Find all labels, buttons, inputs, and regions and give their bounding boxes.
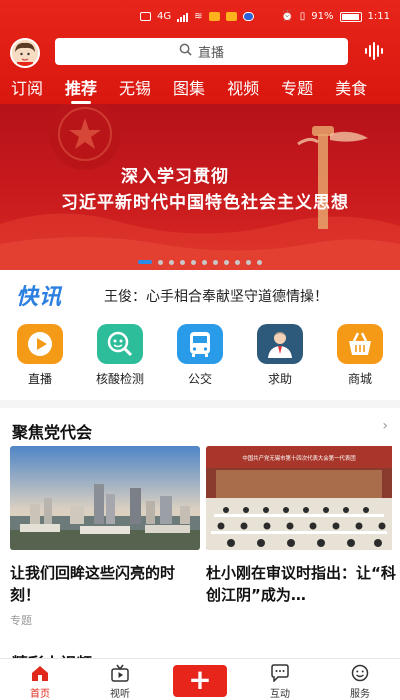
feature-section: 聚焦党代会 › 让我们回眸这些闪亮的时刻！ 专题 中国共产党无锡市第十四次代表大… [0, 408, 400, 700]
search-input[interactable]: 直播 [55, 38, 348, 65]
audio-wave-icon[interactable] [362, 40, 386, 62]
tab-food[interactable]: 美食 [324, 76, 378, 104]
notification-app-icon [208, 12, 220, 21]
tab-media[interactable]: 视听 [80, 659, 160, 700]
notification-chat-icon [242, 12, 254, 21]
test-search-icon [97, 324, 143, 364]
alarm-icon: ⏰ [281, 11, 294, 22]
tab-label: 服务 [350, 689, 370, 700]
service-label: 核酸检测 [95, 372, 144, 386]
service-live[interactable]: 直播 [0, 324, 80, 387]
carousel-dot[interactable] [235, 259, 240, 265]
service-label: 直播 [27, 372, 52, 386]
search-placeholder: 直播 [197, 46, 224, 61]
notification-app-icon [225, 12, 237, 21]
home-icon [0, 663, 80, 683]
article-tag: 专题 [10, 614, 32, 627]
carousel-dot[interactable] [202, 259, 207, 265]
person-help-icon [257, 324, 303, 364]
service-bus[interactable]: 公交 [160, 324, 240, 387]
smile-icon [320, 663, 400, 683]
plus-icon: + [173, 665, 227, 697]
carousel-dot[interactable] [257, 259, 262, 265]
article-thumbnail [10, 446, 200, 550]
tab-services[interactable]: 服务 [320, 659, 400, 700]
hero-banner[interactable]: 深入学习贯彻 习近平新时代中国特色社会主义思想 [0, 104, 400, 270]
news-flash: 快讯 [16, 280, 62, 310]
user-avatar[interactable] [10, 38, 40, 68]
carousel-dot[interactable] [224, 259, 229, 265]
banner-headline-1: 深入学习贯彻 [121, 167, 229, 187]
vibrate-icon: ▯ [299, 11, 306, 22]
battery-percent: 91% [311, 11, 334, 22]
chevron-right-icon[interactable]: › [382, 418, 388, 434]
tab-subscribe[interactable]: 订阅 [0, 76, 54, 104]
play-icon [17, 324, 63, 364]
carousel-dot[interactable] [158, 259, 163, 265]
tab-label: 互动 [270, 689, 290, 700]
tab-wuxi[interactable]: 无锡 [108, 76, 162, 104]
wifi-icon: ≋ [194, 11, 203, 22]
news-flash-logo: 快讯 [16, 285, 63, 310]
banner-headline-2: 习近平新时代中国特色社会主义思想 [61, 193, 349, 213]
article-title: 杜小刚在审议时指出：让“科创江阴”成为… [206, 564, 396, 604]
signal-icon [177, 12, 189, 22]
carousel-dot[interactable] [213, 259, 218, 265]
bus-icon [177, 324, 223, 364]
channel-tabs: 订阅 推荐 无锡 图集 视频 专题 美食 [0, 76, 400, 104]
meeting-banner-text: 中国共产党无锡市第十四次代表大会第一代表团 [242, 454, 355, 462]
service-label: 求助 [267, 372, 292, 386]
article-card[interactable]: 让我们回眸这些闪亮的时刻！ 专题 [10, 446, 200, 628]
news-flash-headline[interactable]: 王俊：心手相合奉献坚守道德情操！ [104, 286, 328, 306]
service-help[interactable]: 求助 [240, 324, 320, 387]
tab-video[interactable]: 视频 [216, 76, 270, 104]
carousel-dot[interactable] [169, 259, 174, 265]
clock: 1:11 [367, 11, 390, 22]
banner-artwork [0, 104, 400, 270]
tab-publish[interactable]: + [160, 659, 240, 700]
article-card[interactable]: 中国共产党无锡市第十四次代表大会第一代表团 杜小刚在审议时指出：让“科创江阴”成… [206, 446, 396, 612]
search-icon [179, 43, 192, 60]
carousel-dot[interactable] [246, 259, 251, 265]
tv-icon [80, 663, 160, 683]
tab-home[interactable]: 首页 [0, 659, 80, 700]
carousel-dot[interactable] [191, 259, 196, 265]
article-title: 让我们回眸这些闪亮的时刻！ [10, 564, 176, 604]
chat-bubble-icon [240, 663, 320, 683]
carousel-dot[interactable] [180, 259, 185, 265]
tab-interact[interactable]: 互动 [240, 659, 320, 700]
network-type: 4G [157, 11, 172, 22]
tab-recommend[interactable]: 推荐 [54, 76, 108, 104]
status-bar: 4G ≋ ⏰ ▯ 91% 1:11 [0, 0, 400, 36]
bottom-tab-bar: 首页 视听 + 互动 服务 [0, 658, 400, 700]
tab-gallery[interactable]: 图集 [162, 76, 216, 104]
service-grid: 直播 核酸检测 公交 求助 商城 [0, 324, 400, 387]
carousel-dot[interactable] [138, 260, 152, 264]
article-thumbnail: 中国共产党无锡市第十四次代表大会第一代表团 [206, 446, 396, 550]
tab-label: 视听 [110, 689, 130, 700]
sim-icon [140, 12, 151, 21]
carousel-indicator [0, 258, 400, 266]
service-label: 商城 [347, 372, 372, 386]
basket-icon [337, 324, 383, 364]
tab-label: 首页 [30, 689, 50, 700]
service-label: 公交 [187, 372, 212, 386]
service-mall[interactable]: 商城 [320, 324, 400, 387]
tab-topics[interactable]: 专题 [270, 76, 324, 104]
app-header: 4G ≋ ⏰ ▯ 91% 1:11 直播 订阅 推荐 无锡 图集 视频 专题 美… [0, 0, 400, 104]
battery-icon [339, 11, 362, 22]
service-nucleic-test[interactable]: 核酸检测 [80, 324, 160, 387]
section-title: 聚焦党代会 [12, 423, 93, 442]
